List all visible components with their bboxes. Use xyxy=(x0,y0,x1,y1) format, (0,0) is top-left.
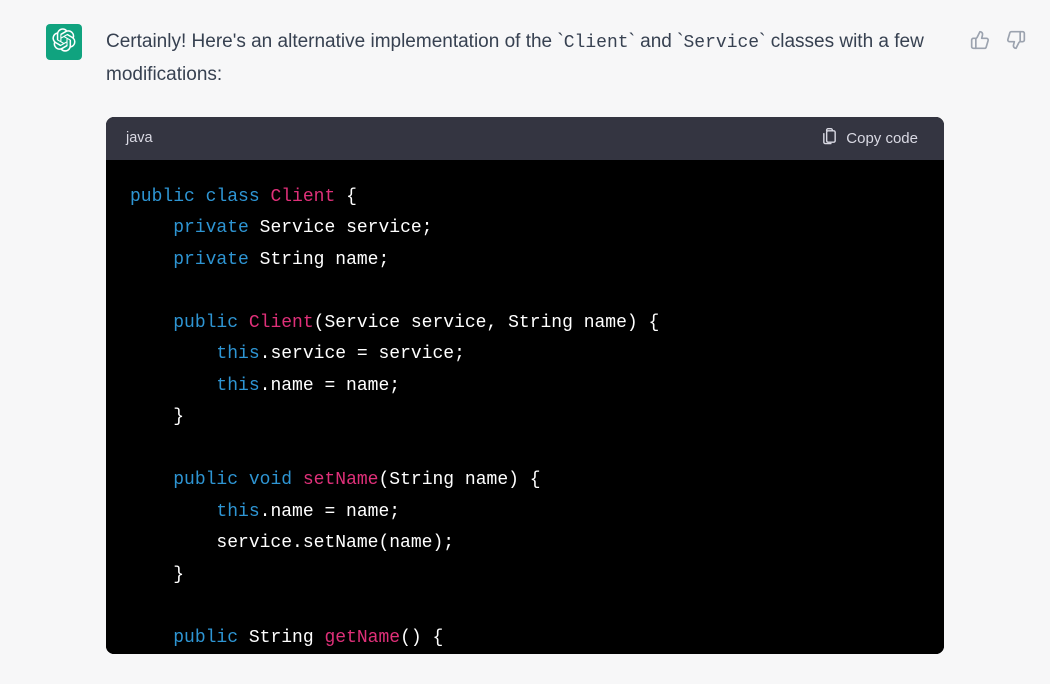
feedback-controls xyxy=(968,24,1032,55)
thumbs-down-icon xyxy=(1006,30,1026,53)
openai-logo-icon xyxy=(52,28,76,57)
code-text: public class Client { private Service se… xyxy=(130,187,659,648)
assistant-intro-text: Certainly! Here's an alternative impleme… xyxy=(106,24,944,91)
thumbs-up-icon xyxy=(970,30,990,53)
assistant-avatar xyxy=(46,24,82,60)
thumbs-down-button[interactable] xyxy=(1004,28,1028,55)
copy-code-label: Copy code xyxy=(846,130,918,147)
code-language-label: java xyxy=(126,130,153,146)
intro-text-mid: and xyxy=(635,31,677,52)
assistant-message-row: Certainly! Here's an alternative impleme… xyxy=(0,0,1050,654)
code-content: public class Client { private Service se… xyxy=(106,160,944,655)
inline-code-service: Service xyxy=(683,33,759,53)
thumbs-up-button[interactable] xyxy=(968,28,992,55)
copy-code-button[interactable]: Copy code xyxy=(815,127,924,150)
message-content: Certainly! Here's an alternative impleme… xyxy=(106,24,944,654)
intro-text-pre: Certainly! Here's an alternative impleme… xyxy=(106,31,557,52)
code-block-header: java Copy code xyxy=(106,117,944,160)
code-block: java Copy code public class Client { pri… xyxy=(106,117,944,655)
clipboard-icon xyxy=(821,128,838,149)
inline-code-client: Client xyxy=(564,33,629,53)
